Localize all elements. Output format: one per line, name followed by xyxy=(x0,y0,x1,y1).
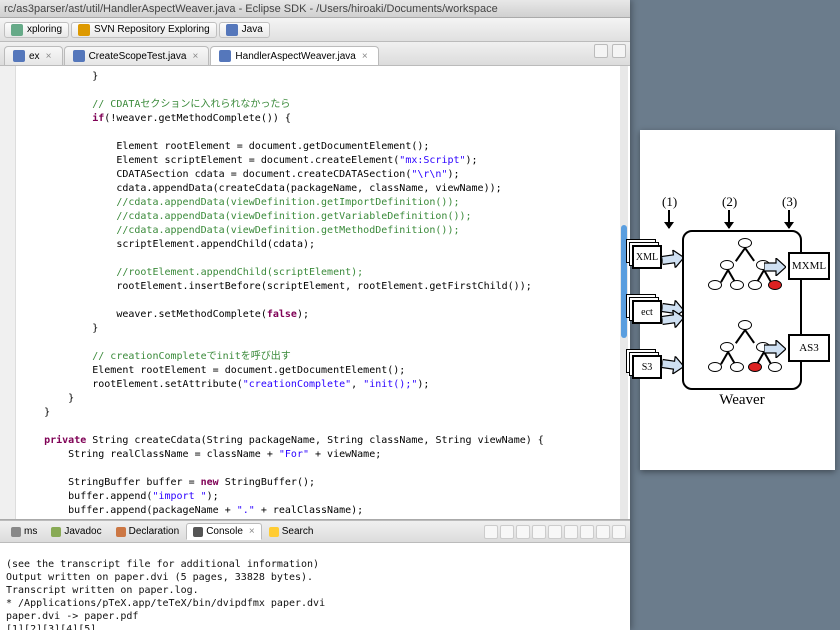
declaration-icon xyxy=(116,527,126,537)
arrow-down-icon xyxy=(728,210,730,228)
file-icon xyxy=(13,50,25,62)
tab-declaration[interactable]: Declaration xyxy=(109,523,187,540)
arrow-down-icon xyxy=(788,210,790,228)
input-box-s3: S3 xyxy=(632,355,662,379)
maximize-view-button[interactable] xyxy=(612,44,626,58)
editor-gutter xyxy=(0,66,16,519)
search-icon xyxy=(269,527,279,537)
console-tool[interactable] xyxy=(612,525,626,539)
window-titlebar: rc/as3parser/ast/util/HandlerAspectWeave… xyxy=(0,0,630,18)
console-tool[interactable] xyxy=(564,525,578,539)
input-box-xml: XML xyxy=(632,245,662,269)
close-icon[interactable]: × xyxy=(44,51,54,61)
eclipse-window: rc/as3parser/ast/util/HandlerAspectWeave… xyxy=(0,0,630,630)
console-tool[interactable] xyxy=(484,525,498,539)
editor-area[interactable]: } // CDATAセクションに入れられなかったら if(!weaver.get… xyxy=(0,66,630,520)
perspective-svn[interactable]: SVN Repository Exploring xyxy=(71,22,217,38)
bottom-tab-bar: ms Javadoc Declaration Console× Search xyxy=(0,521,630,543)
editor-tab-createscope[interactable]: CreateScopeTest.java× xyxy=(64,46,210,65)
console-tool[interactable] xyxy=(548,525,562,539)
editor-tab-bar: ex× CreateScopeTest.java× HandlerAspectW… xyxy=(0,42,630,66)
tab-javadoc[interactable]: Javadoc xyxy=(44,523,108,540)
bottom-panel: ms Javadoc Declaration Console× Search (… xyxy=(0,520,630,630)
console-output[interactable]: (see the transcript file for additional … xyxy=(0,543,630,630)
perspective-java[interactable]: Java xyxy=(219,22,270,38)
console-tool[interactable] xyxy=(500,525,514,539)
editor-tab-ex[interactable]: ex× xyxy=(4,46,63,65)
svn-icon xyxy=(78,24,90,36)
output-box-mxml: MXML xyxy=(788,252,830,280)
close-icon[interactable]: × xyxy=(249,526,255,537)
java-icon xyxy=(226,24,238,36)
weaver-caption: Weaver xyxy=(682,392,802,409)
file-icon xyxy=(219,50,231,62)
console-icon xyxy=(193,527,203,537)
file-icon xyxy=(73,50,85,62)
diagram-panel: (1) (2) (3) XML ect S3 Weaver xyxy=(640,130,835,470)
close-icon[interactable]: × xyxy=(360,51,370,61)
console-tool[interactable] xyxy=(596,525,610,539)
perspective-exploring[interactable]: xploring xyxy=(4,22,69,38)
diagram-label-1: (1) xyxy=(662,194,677,210)
perspective-bar: xploring SVN Repository Exploring Java xyxy=(0,18,630,42)
console-tool[interactable] xyxy=(516,525,530,539)
tab-search[interactable]: Search xyxy=(262,523,321,540)
vertical-scrollbar[interactable] xyxy=(620,66,628,519)
console-tool[interactable] xyxy=(580,525,594,539)
problems-icon xyxy=(11,527,21,537)
scrollbar-thumb[interactable] xyxy=(621,225,627,338)
exploring-icon xyxy=(11,24,23,36)
editor-tab-handleraspect[interactable]: HandlerAspectWeaver.java× xyxy=(210,46,378,65)
diagram-label-3: (3) xyxy=(782,194,797,210)
tab-problems[interactable]: ms xyxy=(4,523,44,540)
source-code[interactable]: } // CDATAセクションに入れられなかったら if(!weaver.get… xyxy=(0,66,630,520)
diagram-label-2: (2) xyxy=(722,194,737,210)
arrow-down-icon xyxy=(668,210,670,228)
close-icon[interactable]: × xyxy=(190,51,200,61)
console-tool[interactable] xyxy=(532,525,546,539)
javadoc-icon xyxy=(51,527,61,537)
input-box-ect: ect xyxy=(632,300,662,324)
window-title: rc/as3parser/ast/util/HandlerAspectWeave… xyxy=(4,3,498,15)
output-box-as3: AS3 xyxy=(788,334,830,362)
arrow-right-icon xyxy=(764,258,786,276)
arrow-right-icon xyxy=(764,340,786,358)
minimize-view-button[interactable] xyxy=(594,44,608,58)
tab-console[interactable]: Console× xyxy=(186,523,262,540)
